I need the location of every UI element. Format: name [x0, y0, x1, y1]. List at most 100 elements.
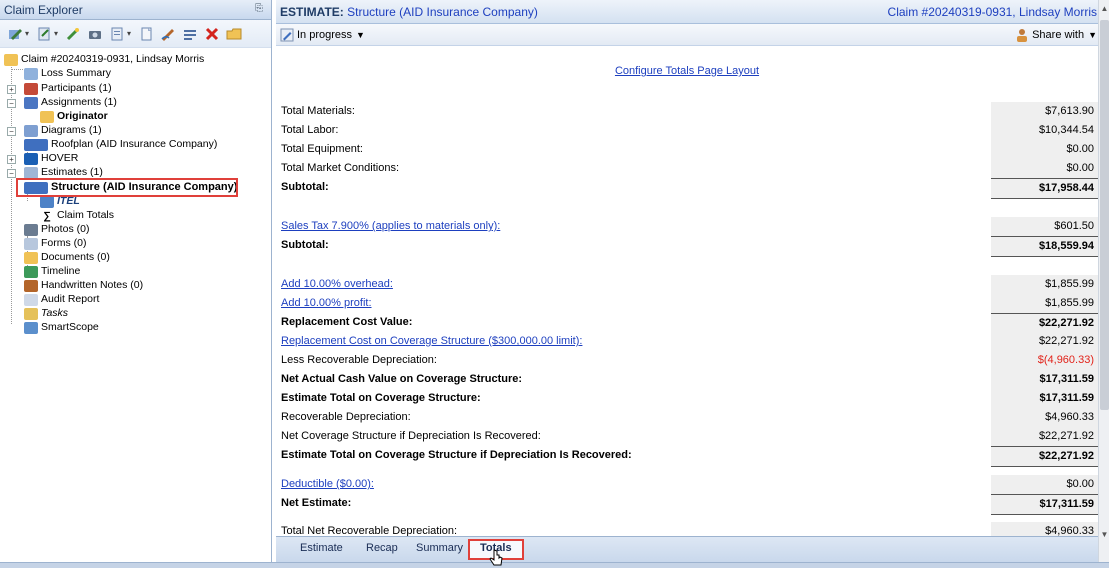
tree-item-label: Audit Report	[41, 293, 100, 305]
tree-item-hover[interactable]: HOVER	[24, 152, 78, 165]
tree-item-photos[interactable]: Photos (0)	[24, 223, 89, 236]
totals-row: Estimate Total on Coverage Structure: $17…	[276, 389, 1098, 408]
loss-summary-icon	[24, 67, 38, 80]
tree-item-roofplan[interactable]: Roofplan (AID Insurance Company)	[24, 138, 217, 151]
tree-item-loss-summary[interactable]: Loss Summary	[24, 67, 111, 80]
tree-item-originator[interactable]: Originator	[40, 110, 108, 123]
tree-item-label: Photos (0)	[41, 223, 90, 235]
pin-icon[interactable]: ⎘	[255, 3, 265, 15]
tab-estimate[interactable]: Estimate	[300, 542, 343, 554]
sales-tax-link[interactable]: Sales Tax 7.900% (applies to materials o…	[281, 220, 500, 232]
collapse-toggle[interactable]: −	[7, 169, 16, 178]
totals-row: Replacement Cost Value: $22,271.92	[276, 313, 1098, 334]
totals-row: Total Net Recoverable Depreciation: $4,96…	[276, 522, 1098, 536]
folder-icon	[40, 110, 54, 123]
itel-icon	[40, 195, 54, 208]
claim-explorer-title: Claim Explorer	[4, 2, 83, 17]
folder-icon	[4, 53, 18, 66]
totals-row: Add 10.00% profit: $1,855.99	[276, 294, 1098, 313]
app-window: Claim Explorer ⎘ ▾ ▾ ▾ Claim #20240319-0…	[0, 0, 1109, 568]
assignment-icon	[24, 96, 38, 109]
tree-item-claim[interactable]: Claim #20240319-0931, Lindsay Morris	[4, 53, 204, 66]
tree-item-assignments[interactable]: Assignments (1)	[24, 96, 117, 109]
tree-item-label: Participants (1)	[41, 82, 112, 94]
tree-item-handwritten-notes[interactable]: Handwritten Notes (0)	[24, 279, 143, 292]
handwriting-icon	[24, 279, 38, 292]
scroll-up-icon[interactable]: ▲	[1100, 4, 1109, 14]
pencil-icon	[280, 28, 294, 42]
edit-diagram-icon[interactable]	[6, 25, 24, 43]
explorer-toolbar: ▾ ▾ ▾	[0, 20, 271, 48]
tree-item-participants[interactable]: Participants (1)	[24, 82, 112, 95]
tree-item-label: Claim #20240319-0931, Lindsay Morris	[21, 53, 205, 65]
estimate-icon	[24, 166, 38, 179]
chevron-down-icon[interactable]: ▾	[127, 29, 131, 38]
status-dropdown[interactable]: In progress ▼	[280, 28, 365, 42]
totals-row: Sales Tax 7.900% (applies to materials o…	[276, 217, 1098, 236]
scroll-down-icon[interactable]: ▼	[1100, 530, 1109, 540]
deductible-link[interactable]: Deductible ($0.00):	[281, 478, 374, 490]
delete-icon[interactable]	[203, 25, 221, 43]
replacement-cost-link[interactable]: Replacement Cost on Coverage Structure (…	[281, 335, 582, 347]
document-icon[interactable]	[108, 25, 126, 43]
scrollbar-thumb[interactable]	[1100, 20, 1109, 410]
profit-link[interactable]: Add 10.00% profit:	[281, 297, 372, 309]
tree-item-label: Assignments (1)	[41, 96, 117, 108]
tree-item-label: Handwritten Notes (0)	[41, 279, 144, 291]
tab-recap[interactable]: Recap	[366, 542, 398, 554]
claim-title: Claim #20240319-0931, Lindsay Morris	[887, 5, 1097, 19]
folder-icon[interactable]	[225, 25, 243, 43]
overhead-link[interactable]: Add 10.00% overhead:	[281, 278, 393, 290]
wand-icon[interactable]	[64, 25, 82, 43]
tree-item-diagrams[interactable]: Diagrams (1)	[24, 124, 102, 137]
chevron-down-icon: ▼	[356, 30, 365, 40]
share-with-dropdown[interactable]: Share with ▼	[1015, 28, 1097, 42]
handwriting-icon[interactable]	[159, 25, 177, 43]
tab-summary[interactable]: Summary	[416, 542, 463, 554]
camera-icon[interactable]	[86, 25, 104, 43]
status-strip	[0, 562, 1109, 568]
new-estimate-icon[interactable]	[35, 25, 53, 43]
tasks-icon	[24, 307, 38, 320]
chevron-down-icon[interactable]: ▾	[25, 29, 29, 38]
sigma-icon: ∑	[43, 209, 51, 222]
list-icon[interactable]	[181, 25, 199, 43]
expand-toggle[interactable]: +	[7, 85, 16, 94]
tree-item-label: SmartScope	[41, 321, 99, 333]
mouse-cursor-icon	[489, 549, 503, 566]
folder-icon	[24, 251, 38, 264]
tree-item-tasks[interactable]: Tasks	[24, 307, 68, 320]
timeline-icon	[24, 265, 38, 278]
share-label: Share with	[1032, 29, 1085, 41]
tree-item-smartscope[interactable]: SmartScope	[24, 321, 99, 334]
tree-item-forms[interactable]: Forms (0)	[24, 237, 87, 250]
page-icon[interactable]	[137, 25, 155, 43]
tree-item-claim-totals[interactable]: ∑ Claim Totals	[40, 209, 114, 222]
tree-item-label: Loss Summary	[41, 67, 112, 79]
tree-item-documents[interactable]: Documents (0)	[24, 251, 110, 264]
tree-item-audit-report[interactable]: Audit Report	[24, 293, 99, 306]
tree-item-label: Tasks	[41, 307, 69, 319]
selection-highlight	[16, 178, 238, 197]
estimate-header: ESTIMATE: Structure (AID Insurance Compa…	[276, 0, 1109, 24]
totals-content: Configure Totals Page Layout Total Mater…	[276, 48, 1098, 536]
hover-icon	[24, 152, 38, 165]
claim-explorer-pane: Claim Explorer ⎘ ▾ ▾ ▾ Claim #20240319-0…	[0, 0, 272, 562]
tree-item-label: Documents (0)	[41, 251, 110, 263]
chevron-down-icon[interactable]: ▾	[54, 29, 58, 38]
audit-report-icon	[24, 293, 38, 306]
tree-item-timeline[interactable]: Timeline	[24, 265, 80, 278]
totals-row: Net Actual Cash Value on Coverage Struct…	[276, 370, 1098, 389]
collapse-toggle[interactable]: −	[7, 127, 16, 136]
collapse-toggle[interactable]: −	[7, 99, 16, 108]
person-icon	[1017, 29, 1028, 42]
tree-item-label: Originator	[57, 110, 108, 122]
totals-row: Net Coverage Structure if Depreciation I…	[276, 427, 1098, 446]
roofplan-icon	[24, 138, 48, 151]
status-label: In progress	[297, 29, 353, 41]
status-toolbar: In progress ▼ Share with ▼	[276, 24, 1109, 46]
expand-toggle[interactable]: +	[7, 155, 16, 164]
vertical-scrollbar[interactable]: ▲ ▼	[1098, 0, 1109, 562]
configure-layout-link[interactable]: Configure Totals Page Layout	[276, 65, 1098, 77]
estimate-title: ESTIMATE: Structure (AID Insurance Compa…	[280, 5, 538, 19]
